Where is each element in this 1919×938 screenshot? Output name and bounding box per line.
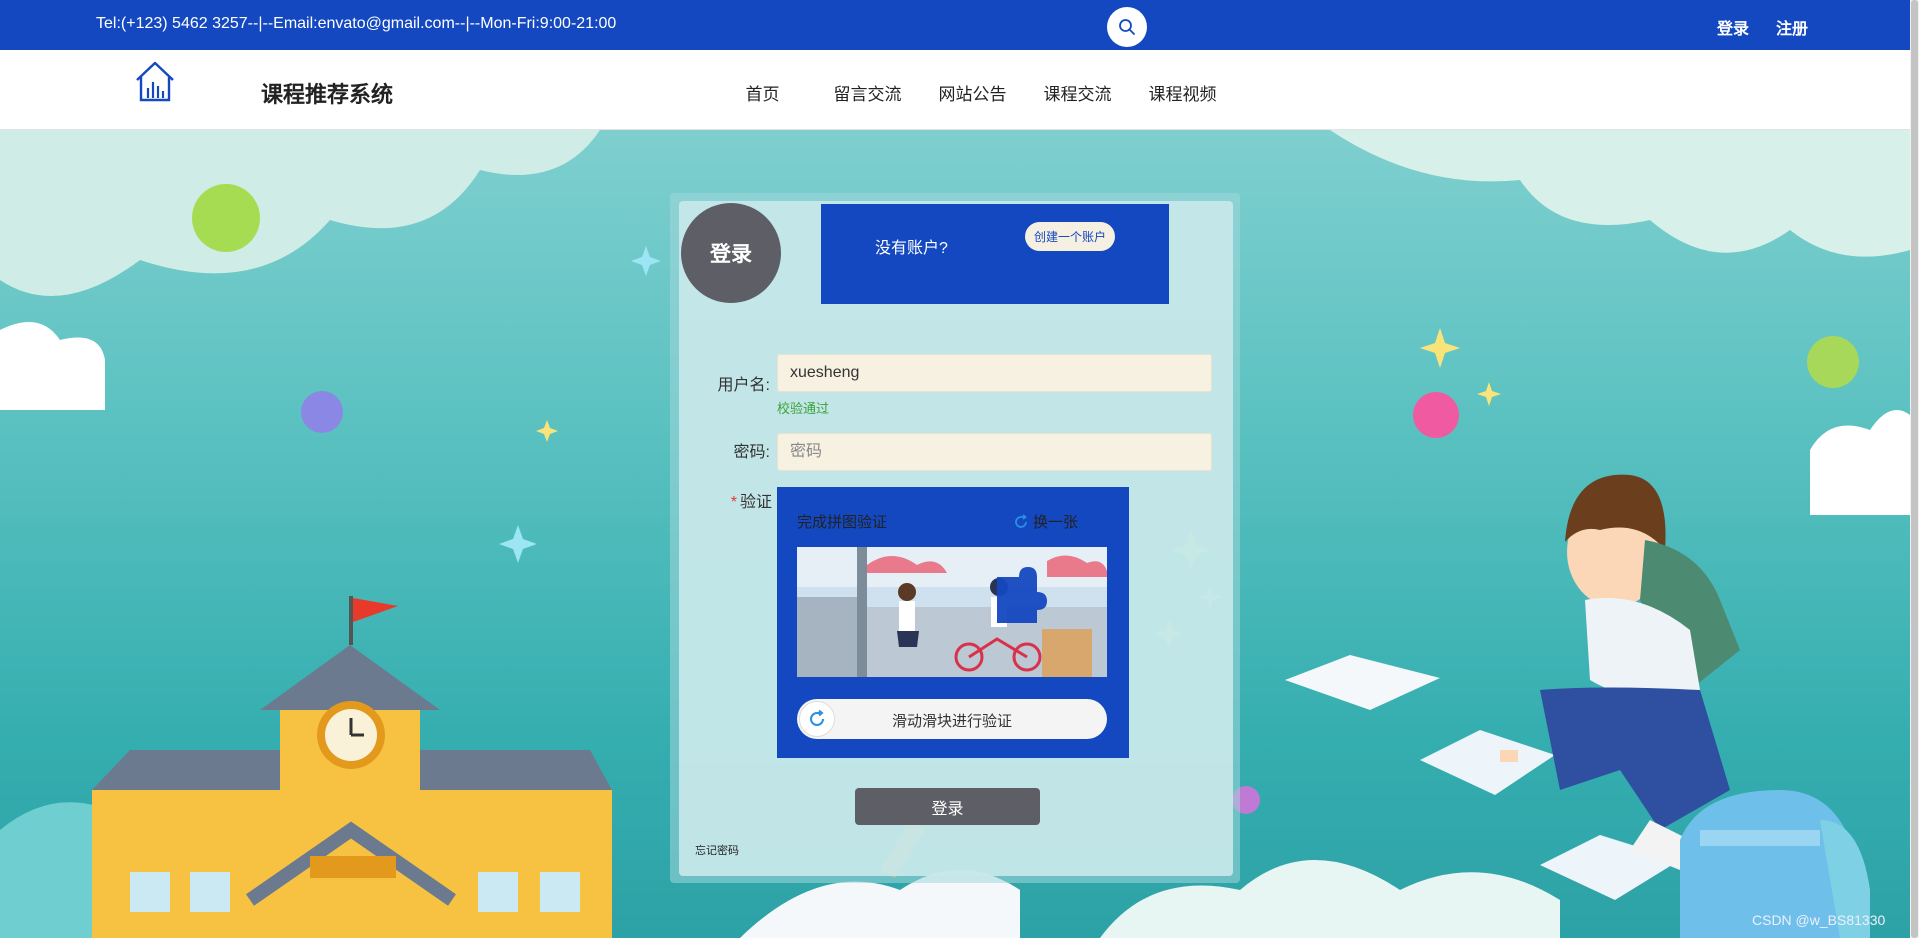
create-account-button[interactable]: 创建一个账户 [1025,222,1115,251]
no-account-text: 没有账户? [875,240,948,257]
captcha-refresh-button[interactable]: 换一张 [1013,511,1078,532]
login-submit-button[interactable]: 登录 [855,788,1040,825]
captcha-slider-track[interactable]: 滑动滑块进行验证 [797,699,1107,739]
site-title: 课程推荐系统 [261,82,394,107]
watermark: CSDN @w_BS81330 [1752,912,1886,928]
search-button[interactable] [1107,7,1147,47]
password-input[interactable] [777,433,1212,471]
captcha-refresh-label: 换一张 [1033,514,1079,531]
nav-item-messages[interactable]: 留言交流 [815,80,920,105]
nav-item-home[interactable]: 首页 [710,80,815,105]
slider-hint-text: 滑动滑块进行验证 [891,713,1012,730]
forgot-password-link[interactable]: 忘记密码 [695,842,739,858]
required-marker: * [730,494,737,511]
login-badge: 登录 [681,203,781,303]
captcha-puzzle-image [797,547,1107,677]
contact-info: Tel:(+123) 5462 3257--|--Email:envato@gm… [96,15,617,32]
refresh-icon [1015,513,1027,528]
search-icon [1119,19,1135,35]
nav-item-course-discussion[interactable]: 课程交流 [1025,80,1130,105]
page-scrollbar[interactable] [1910,0,1919,938]
logo-home-chart-icon[interactable] [134,60,176,104]
verify-label-text: 验证 [739,494,772,511]
nav-item-course-videos[interactable]: 课程视频 [1130,80,1235,105]
scrollbar-thumb[interactable] [1911,0,1918,938]
slider-handle[interactable] [799,701,835,737]
register-link[interactable]: 注册 [1776,15,1808,39]
login-link[interactable]: 登录 [1717,15,1749,39]
captcha-title: 完成拼图验证 [797,514,888,531]
puzzle-picture [797,547,1107,677]
top-bar: Tel:(+123) 5462 3257--|--Email:envato@gm… [0,0,1910,50]
verify-label: * 验证 [700,488,772,512]
nav-bar: 课程推荐系统 首页 留言交流 网站公告 课程交流 课程视频 [0,50,1910,130]
puzzle-captcha: 完成拼图验证 换一张 滑动滑块进行验证 [777,487,1129,758]
nav-item-announcements[interactable]: 网站公告 [920,80,1025,105]
username-validation-text: 校验通过 [777,401,830,416]
password-label: 密码: [733,444,770,461]
refresh-icon [810,709,824,726]
username-label: 用户名: [717,377,770,394]
signup-prompt: 没有账户? 创建一个账户 [821,204,1169,304]
main-nav: 首页 留言交流 网站公告 课程交流 课程视频 [710,80,1235,105]
username-input[interactable] [777,354,1212,392]
